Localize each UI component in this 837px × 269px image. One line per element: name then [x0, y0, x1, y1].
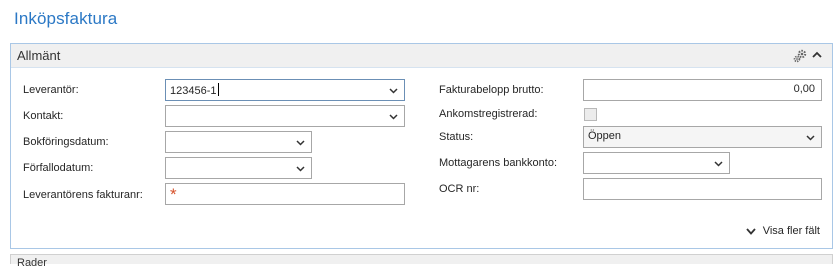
show-more-fields-label: Visa fler fält [762, 225, 820, 237]
chevron-down-icon[interactable] [296, 164, 305, 173]
chevron-down-icon[interactable] [714, 159, 723, 168]
panel-header[interactable]: Allmänt [11, 44, 832, 68]
vendor-field[interactable]: 123456-1 [165, 79, 405, 101]
contact-label: Kontakt: [23, 110, 64, 122]
contact-field[interactable] [165, 105, 405, 127]
chevron-up-icon[interactable] [811, 49, 823, 61]
invoice-amount-value: 0,00 [793, 83, 815, 95]
chevron-down-icon[interactable] [389, 112, 398, 121]
receipt-registered-label: Ankomstregistrerad: [439, 108, 538, 120]
panel-title: Allmänt [17, 48, 61, 63]
ocr-label: OCR nr: [439, 183, 480, 195]
chevron-down-icon[interactable] [296, 138, 305, 147]
vendor-invoice-no-label: Leverantörens fakturanr: [23, 189, 143, 201]
status-select[interactable]: Öppen [583, 126, 822, 148]
invoice-amount-label: Fakturabelopp brutto: [439, 84, 544, 96]
posting-date-field[interactable] [165, 131, 312, 153]
chevron-down-icon[interactable] [806, 133, 815, 142]
text-cursor [217, 83, 219, 96]
receipt-registered-checkbox[interactable] [584, 108, 597, 121]
required-marker: * [170, 185, 177, 204]
lines-panel-title: Rader [17, 257, 47, 269]
ocr-field[interactable] [583, 178, 822, 200]
vendor-invoice-no-field[interactable]: * [165, 183, 405, 205]
posting-date-label: Bokföringsdatum: [23, 136, 109, 148]
bank-account-label: Mottagarens bankkonto: [439, 157, 558, 169]
vendor-label: Leverantör: [23, 84, 79, 96]
page-title: Inköpsfaktura [14, 9, 118, 28]
status-label: Status: [439, 131, 474, 143]
general-panel: Allmänt Leverantör: 123456-1 Kontakt: Bo… [10, 43, 833, 249]
gear-icon[interactable] [792, 48, 808, 64]
chevron-down-icon[interactable] [389, 86, 398, 95]
status-value: Öppen [588, 130, 622, 142]
due-date-field[interactable] [165, 157, 312, 179]
vendor-value: 123456-1 [170, 85, 217, 97]
due-date-label: Förfallodatum: [23, 162, 94, 174]
bank-account-field[interactable] [583, 152, 730, 174]
lines-panel-header[interactable]: Rader [10, 254, 833, 269]
chevron-down-icon [746, 228, 756, 235]
show-more-fields-link[interactable]: Visa fler fält [746, 225, 820, 237]
invoice-amount-field[interactable]: 0,00 [583, 79, 822, 101]
